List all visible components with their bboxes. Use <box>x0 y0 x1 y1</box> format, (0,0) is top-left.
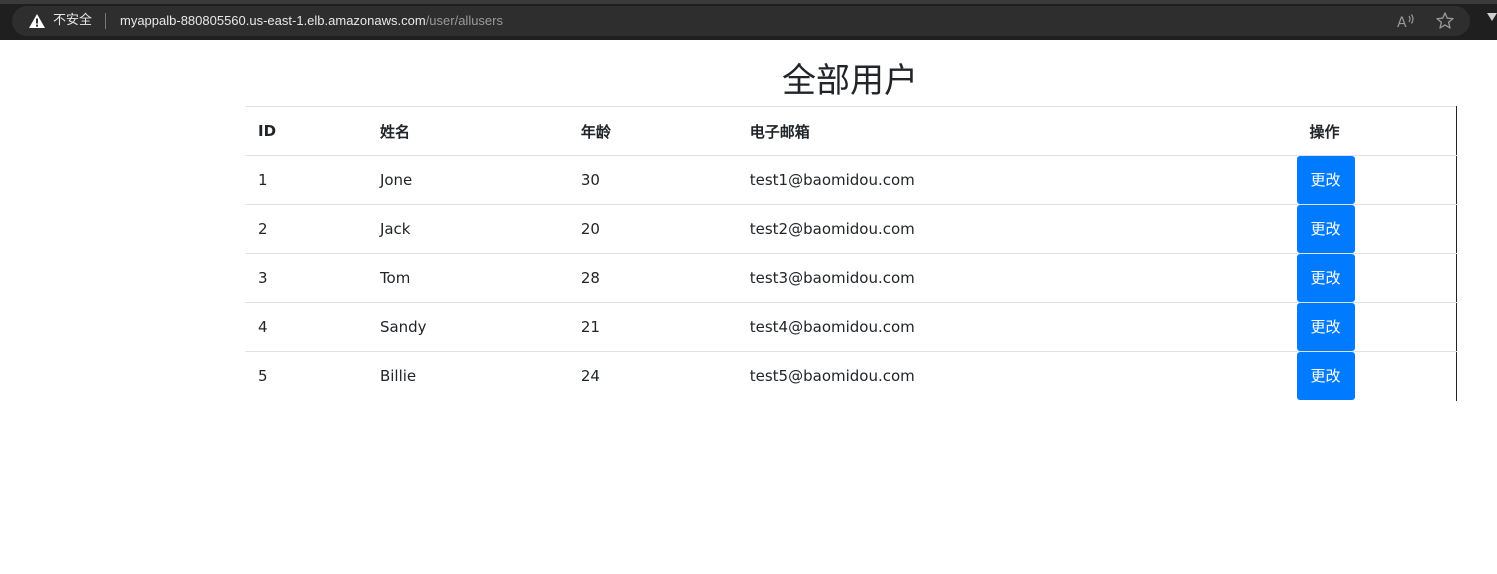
table-row: 5 Billie 24 test5@baomidou.com 更改 <box>245 351 1457 401</box>
cell-age: 30 <box>567 155 737 205</box>
cell-name: Billie <box>366 351 568 401</box>
edit-button[interactable]: 更改 <box>1296 156 1355 204</box>
tab-strip-edge <box>0 0 1497 4</box>
cell-id: 2 <box>245 204 367 254</box>
edit-button[interactable]: 更改 <box>1296 205 1355 253</box>
cell-id: 5 <box>245 351 367 401</box>
cell-name: Sandy <box>366 302 568 352</box>
header-email: 电子邮箱 <box>749 122 810 141</box>
cell-age: 21 <box>567 302 737 352</box>
browser-toolbar: 不安全 myappalb-880805560.us-east-1.elb.ama… <box>0 0 1497 40</box>
cell-email: test5@baomidou.com <box>736 351 1261 401</box>
star-icon[interactable] <box>1435 11 1455 31</box>
users-table: ID 姓名 年龄 电子邮箱 操作 1 Jone 30 test1@baomido… <box>245 106 1457 401</box>
cell-operation: 更改 <box>1260 253 1457 303</box>
table-row: 2 Jack 20 test2@baomidou.com 更改 <box>245 204 1457 254</box>
cell-id: 3 <box>245 253 367 303</box>
cell-id: 4 <box>245 302 367 352</box>
header-name: 姓名 <box>379 122 410 141</box>
edit-button[interactable]: 更改 <box>1296 254 1355 302</box>
cell-id: 1 <box>245 155 367 205</box>
header-operation: 操作 <box>1309 122 1340 141</box>
cell-age: 24 <box>567 351 737 401</box>
warning-triangle-icon[interactable] <box>28 13 46 29</box>
cell-age: 20 <box>567 204 737 254</box>
url-path: /user/allusers <box>425 13 503 28</box>
cell-operation: 更改 <box>1260 302 1457 352</box>
cell-name: Tom <box>366 253 568 303</box>
cell-operation: 更改 <box>1260 351 1457 401</box>
cell-email: test1@baomidou.com <box>736 155 1261 205</box>
edit-button[interactable]: 更改 <box>1296 352 1355 401</box>
table-row: 4 Sandy 21 test4@baomidou.com 更改 <box>245 302 1457 352</box>
cell-email: test2@baomidou.com <box>736 204 1261 254</box>
cell-name: Jack <box>366 204 568 254</box>
cell-email: test4@baomidou.com <box>736 302 1261 352</box>
page-title: 全部用户 <box>782 61 918 101</box>
url-text[interactable]: myappalb-880805560.us-east-1.elb.amazona… <box>120 12 503 30</box>
table-row: 1 Jone 30 test1@baomidou.com 更改 <box>245 155 1457 205</box>
cell-operation: 更改 <box>1260 155 1457 205</box>
insecure-label[interactable]: 不安全 <box>53 12 92 30</box>
table-row: 3 Tom 28 test3@baomidou.com 更改 <box>245 253 1457 303</box>
table-header-row: ID 姓名 年龄 电子邮箱 操作 <box>245 107 1457 156</box>
cell-age: 28 <box>567 253 737 303</box>
url-host: myappalb-880805560.us-east-1.elb.amazona… <box>120 13 426 28</box>
header-age: 年龄 <box>580 122 611 141</box>
cell-operation: 更改 <box>1260 204 1457 254</box>
header-id: ID <box>258 122 277 140</box>
read-aloud-icon[interactable]: A <box>1396 12 1416 30</box>
cell-name: Jone <box>366 155 568 205</box>
address-bar[interactable]: 不安全 myappalb-880805560.us-east-1.elb.ama… <box>12 6 1470 36</box>
url-divider <box>105 13 106 29</box>
chevron-down-icon[interactable] <box>1486 10 1497 24</box>
cell-email: test3@baomidou.com <box>736 253 1261 303</box>
svg-text:A: A <box>1397 15 1407 30</box>
edit-button[interactable]: 更改 <box>1296 303 1355 351</box>
